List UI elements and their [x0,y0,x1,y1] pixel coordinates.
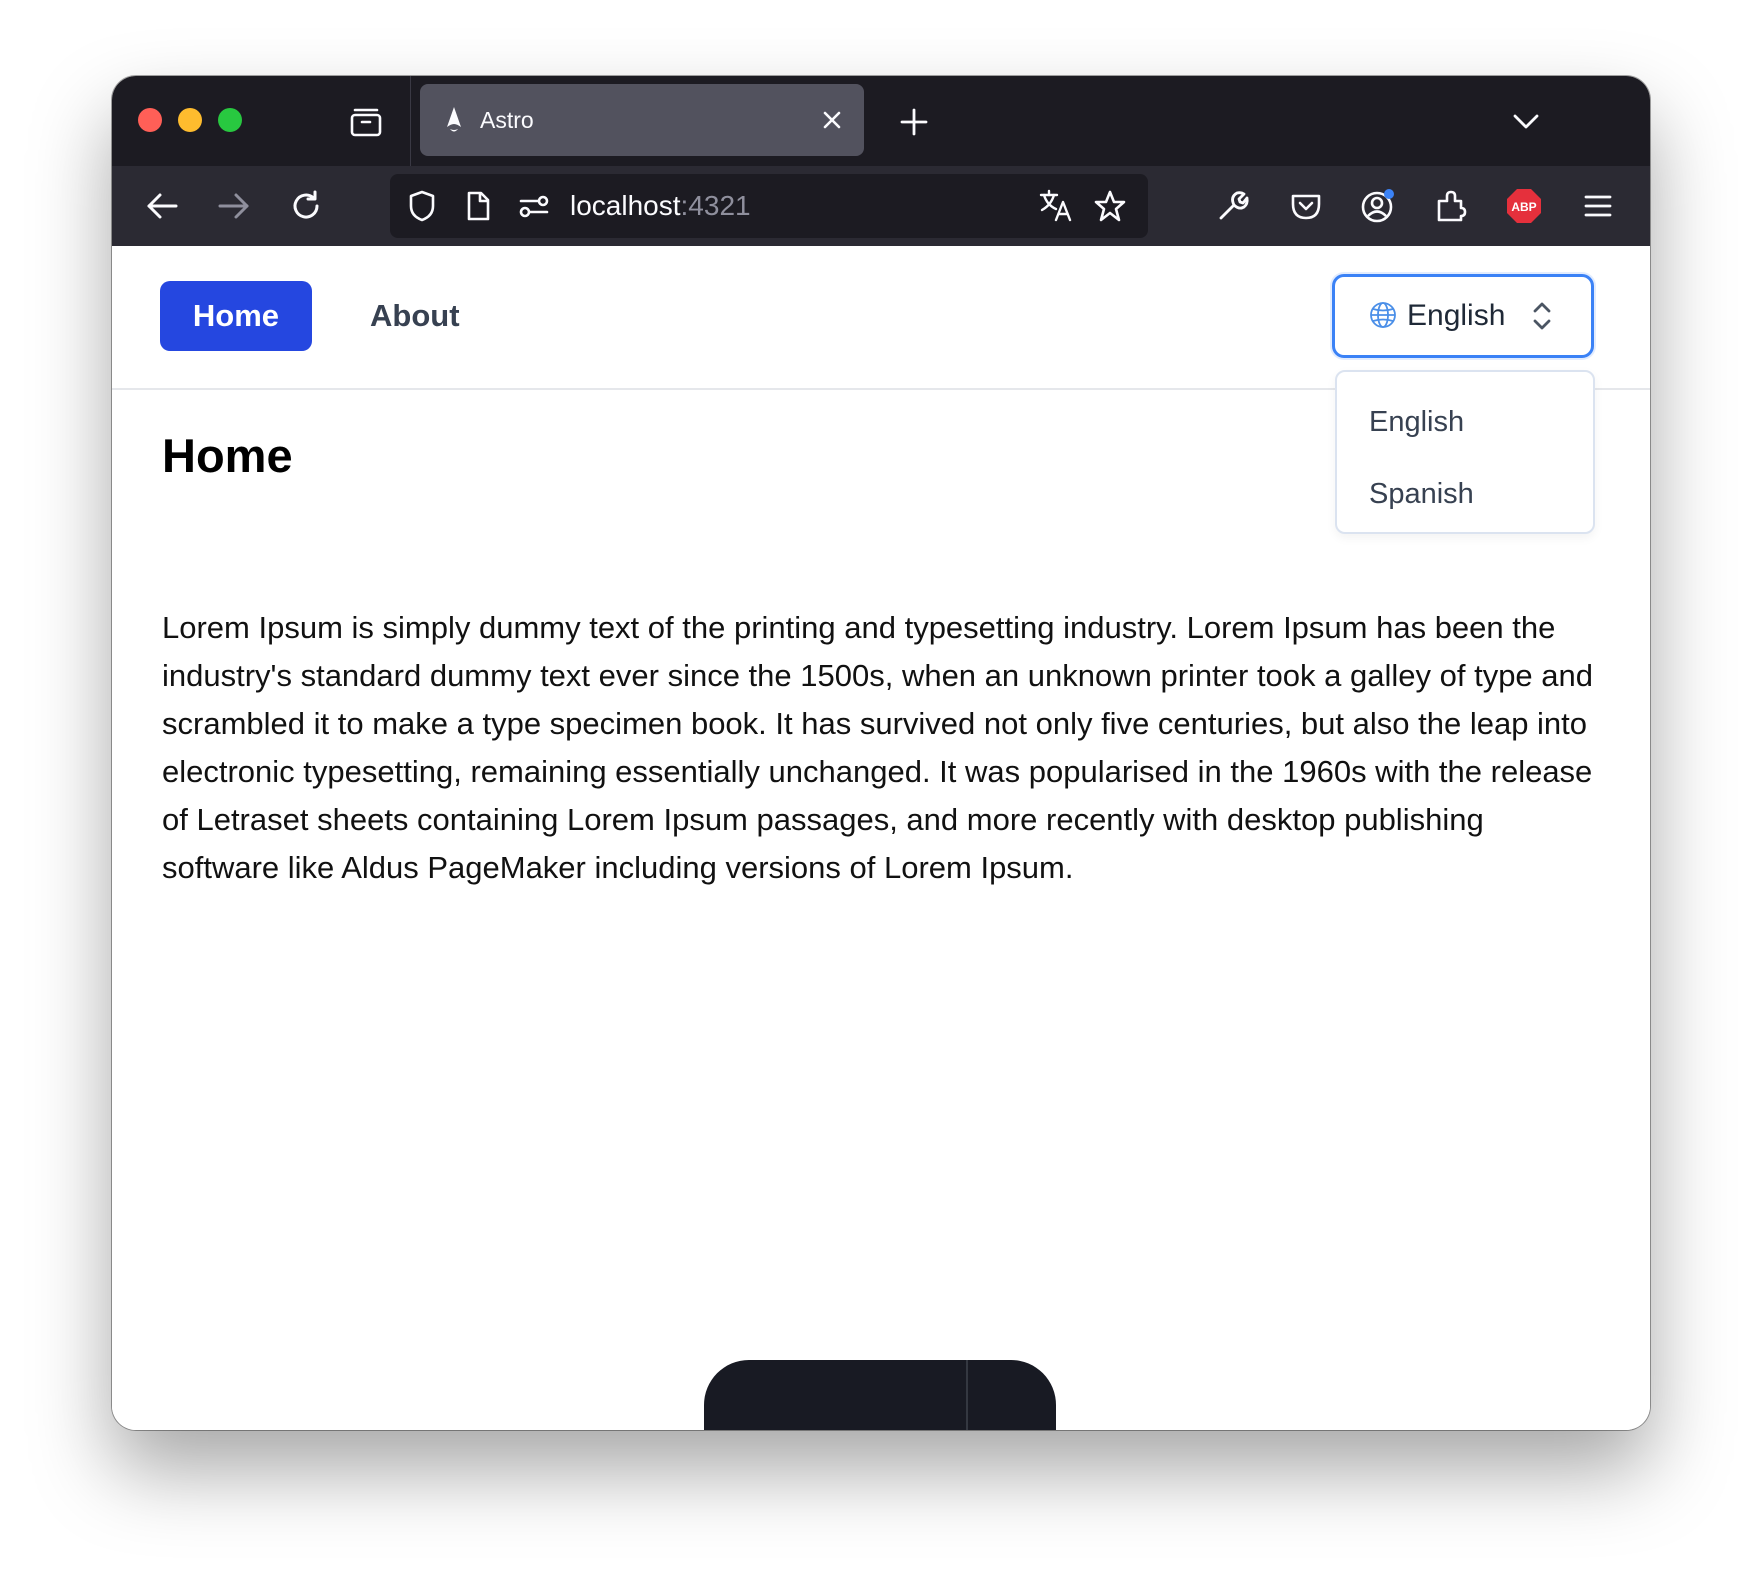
tab-astro[interactable]: Astro [420,84,864,156]
page-info-icon[interactable] [458,186,498,226]
url-port: :4321 [680,190,751,221]
close-tab-icon[interactable] [814,102,850,138]
dev-toolbar-divider [966,1360,968,1430]
bookmark-star-icon[interactable] [1090,186,1130,226]
screenshot-stage: Astro localhost:4321 ABP Home About Engl… [0,0,1754,1572]
language-option-english[interactable]: English [1369,386,1464,458]
menu-hamburger-icon[interactable] [1570,178,1626,234]
navigation-toolbar: localhost:4321 ABP [112,166,1650,246]
zoom-window-button[interactable] [218,108,242,132]
adblock-plus-icon[interactable]: ABP [1496,178,1552,234]
globe-icon [1370,302,1396,328]
tab-separator [410,76,411,166]
permissions-icon[interactable] [514,186,554,226]
nav-home-link[interactable]: Home [160,281,312,351]
tab-bar: Astro [112,76,1650,166]
minimize-window-button[interactable] [178,108,202,132]
site-header: Home About English [112,246,1650,390]
nav-about-link[interactable]: About [352,281,478,351]
tab-title: Astro [480,107,534,133]
svg-text:ABP: ABP [1511,200,1536,214]
url-text[interactable]: localhost:4321 [570,174,751,238]
language-select-value: English [1407,299,1506,332]
extensions-puzzle-icon[interactable] [1423,178,1479,234]
browser-window: Astro localhost:4321 ABP Home About Engl… [112,76,1650,1430]
close-window-button[interactable] [138,108,162,132]
wrench-icon[interactable] [1205,178,1261,234]
astro-dev-toolbar[interactable] [704,1360,1056,1430]
tracking-protection-shield-icon[interactable] [402,186,442,226]
forward-arrow-icon[interactable] [206,178,262,234]
url-bar[interactable]: localhost:4321 [390,174,1148,238]
reload-icon[interactable] [278,178,334,234]
astro-favicon-icon [447,107,461,132]
new-tab-icon[interactable] [892,100,936,144]
back-arrow-icon[interactable] [134,178,190,234]
chevron-up-down-icon [1533,302,1551,330]
tab-overview-icon[interactable] [344,100,388,144]
url-host: localhost [570,190,681,221]
page-title: Home [162,429,293,482]
translate-icon[interactable] [1036,186,1076,226]
language-dropdown-menu: English Spanish [1335,370,1595,534]
web-page: Home About English English Spanish Home … [112,246,1650,1430]
pocket-icon[interactable] [1278,178,1334,234]
language-option-spanish[interactable]: Spanish [1369,458,1474,530]
account-icon[interactable] [1350,178,1406,234]
language-select[interactable]: English [1332,274,1594,358]
page-body-text: Lorem Ipsum is simply dummy text of the … [162,610,1594,885]
list-all-tabs-chevron-down-icon[interactable] [1504,100,1548,144]
